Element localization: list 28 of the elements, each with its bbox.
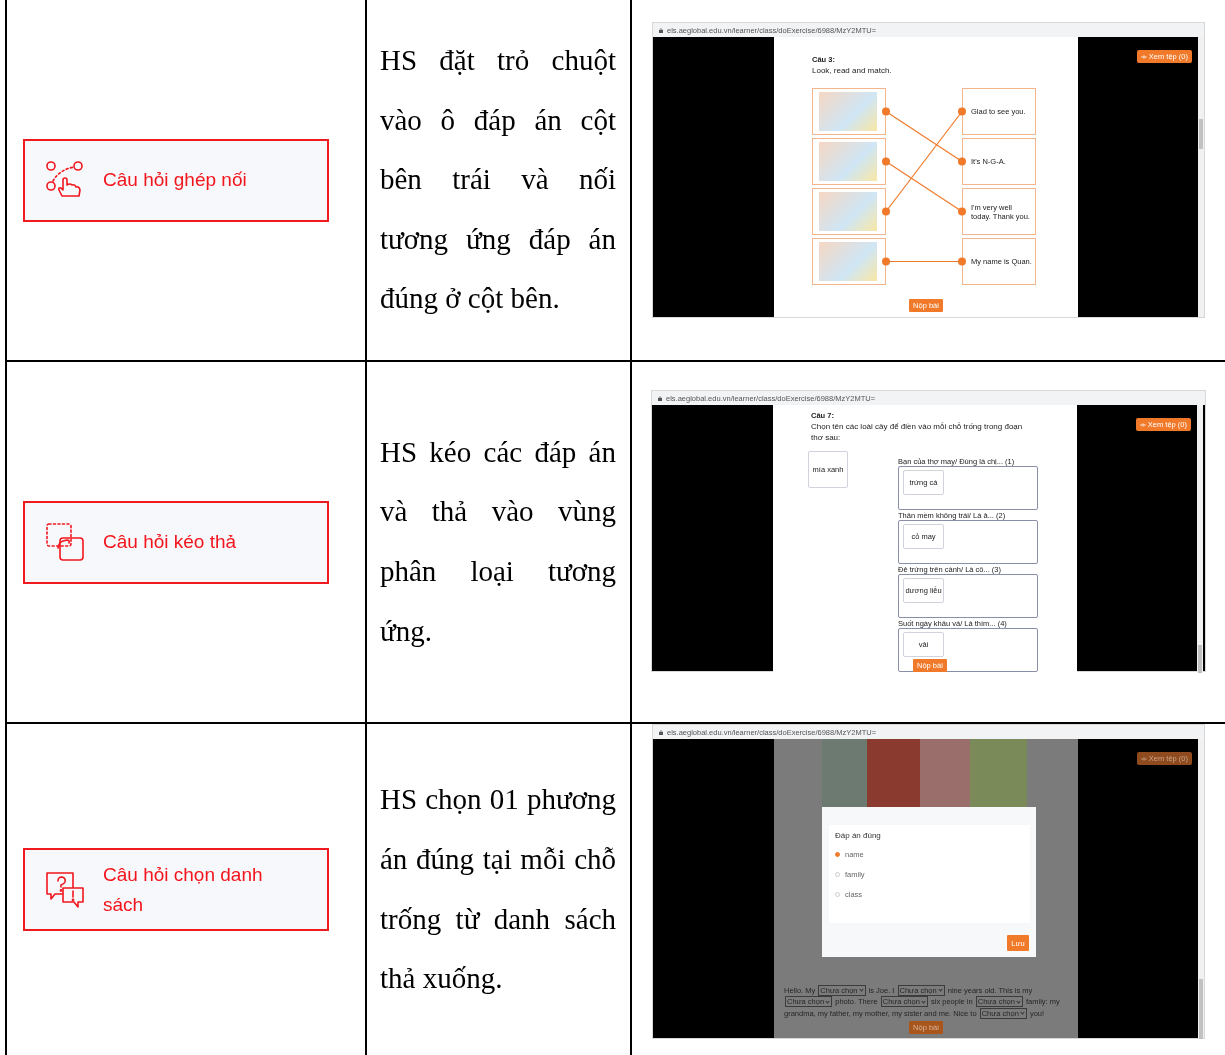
eye-icon: [1139, 422, 1146, 427]
question-type-button[interactable]: Câu hỏi kéo thả: [23, 500, 329, 584]
question-speech-bubbles-icon: [45, 869, 85, 910]
lock-icon: [658, 395, 662, 401]
radio-button[interactable]: [835, 871, 840, 877]
description-text: HS đặt trỏ chuột vào ô đáp án cột bên trái và nối tương ứng đáp án đúng ở cột bên.: [380, 43, 616, 317]
lock-icon: [659, 27, 663, 33]
cartoon-picture-placeholder: [819, 242, 877, 281]
question-instruction: Chọn tên các loài cây để điền vào mỗi chỗ trống trong đoạn thơ sau:: [811, 421, 1024, 443]
description-text: HS kéo các đáp án và thả vào vùng phân loại tương ứng.: [380, 434, 616, 649]
eye-icon: [1140, 756, 1147, 761]
picture-card[interactable]: [812, 88, 886, 135]
question-type-button[interactable]: Câu hỏi ghép nối: [23, 138, 329, 222]
lock-icon: [659, 729, 663, 735]
dialog-title: Đáp án đúng: [835, 831, 882, 840]
drag-hand-icon: [45, 522, 85, 562]
cartoon-picture-placeholder: [819, 192, 877, 231]
radio-button[interactable]: [835, 891, 840, 897]
question-type-button[interactable]: Câu hỏi chọn danh sách: [23, 848, 329, 931]
picture-card[interactable]: [812, 238, 886, 285]
eye-icon: [1140, 54, 1147, 59]
cartoon-picture-placeholder: [819, 142, 877, 181]
description-text: HS chọn 01 phương án đúng tại mỗi chỗ trống từ danh sách thả xuống.: [380, 782, 616, 997]
picture-card[interactable]: [812, 188, 886, 235]
picture-card[interactable]: [812, 138, 886, 185]
cartoon-picture-placeholder: [819, 92, 877, 131]
dots-and-hand-icon: [45, 160, 85, 200]
question-instruction: Look, read and match.: [812, 65, 893, 76]
